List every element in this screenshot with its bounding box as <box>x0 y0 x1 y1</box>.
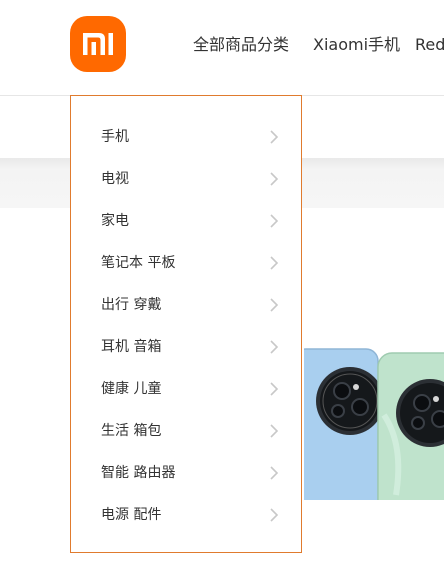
chevron-right-icon <box>270 466 279 480</box>
menu-item-smart-routers[interactable]: 智能 路由器 <box>71 452 301 494</box>
menu-item-laptops-tablets[interactable]: 笔记本 平板 <box>71 242 301 284</box>
menu-item-label: 出行 穿戴 <box>101 297 162 313</box>
category-dropdown-menu: 手机 电视 家电 笔记本 平板 出行 穿戴 耳机 音箱 健康 儿童 生活 箱包 <box>70 95 302 553</box>
menu-item-label: 电源 配件 <box>101 507 162 523</box>
menu-item-label: 笔记本 平板 <box>101 255 176 271</box>
menu-item-label: 家电 <box>101 213 129 229</box>
menu-item-label: 电视 <box>101 171 129 187</box>
menu-item-label: 智能 路由器 <box>101 465 176 481</box>
menu-item-health-kids[interactable]: 健康 儿童 <box>71 368 301 410</box>
nav-xiaomi-phones[interactable]: Xiaomi手机 <box>313 33 400 57</box>
chevron-right-icon <box>270 130 279 144</box>
menu-item-life-bags[interactable]: 生活 箱包 <box>71 410 301 452</box>
menu-item-label: 健康 儿童 <box>101 381 162 397</box>
chevron-right-icon <box>270 424 279 438</box>
menu-item-phones[interactable]: 手机 <box>71 116 301 158</box>
nav-all-categories[interactable]: 全部商品分类 <box>193 33 289 57</box>
menu-item-appliances[interactable]: 家电 <box>71 200 301 242</box>
page: 全部商品分类 Xiaomi手机 Red 手机 电视 家电 笔记本 平板 出行 穿… <box>0 0 444 565</box>
menu-item-label: 生活 箱包 <box>101 423 162 439</box>
menu-item-label: 耳机 音箱 <box>101 339 162 355</box>
menu-item-power-accessories[interactable]: 电源 配件 <box>71 494 301 536</box>
menu-item-travel-wearables[interactable]: 出行 穿戴 <box>71 284 301 326</box>
main-nav: 全部商品分类 Xiaomi手机 Red <box>0 33 444 57</box>
chevron-right-icon <box>270 256 279 270</box>
nav-redmi[interactable]: Red <box>415 33 444 57</box>
menu-item-tv[interactable]: 电视 <box>71 158 301 200</box>
menu-item-label: 手机 <box>101 129 129 145</box>
hero-product-image[interactable] <box>304 345 444 500</box>
chevron-right-icon <box>270 508 279 522</box>
chevron-right-icon <box>270 214 279 228</box>
phones-illustration <box>304 348 444 500</box>
chevron-right-icon <box>270 172 279 186</box>
site-header: 全部商品分类 Xiaomi手机 Red <box>0 0 444 96</box>
chevron-right-icon <box>270 298 279 312</box>
chevron-right-icon <box>270 382 279 396</box>
chevron-right-icon <box>270 340 279 354</box>
menu-item-audio[interactable]: 耳机 音箱 <box>71 326 301 368</box>
